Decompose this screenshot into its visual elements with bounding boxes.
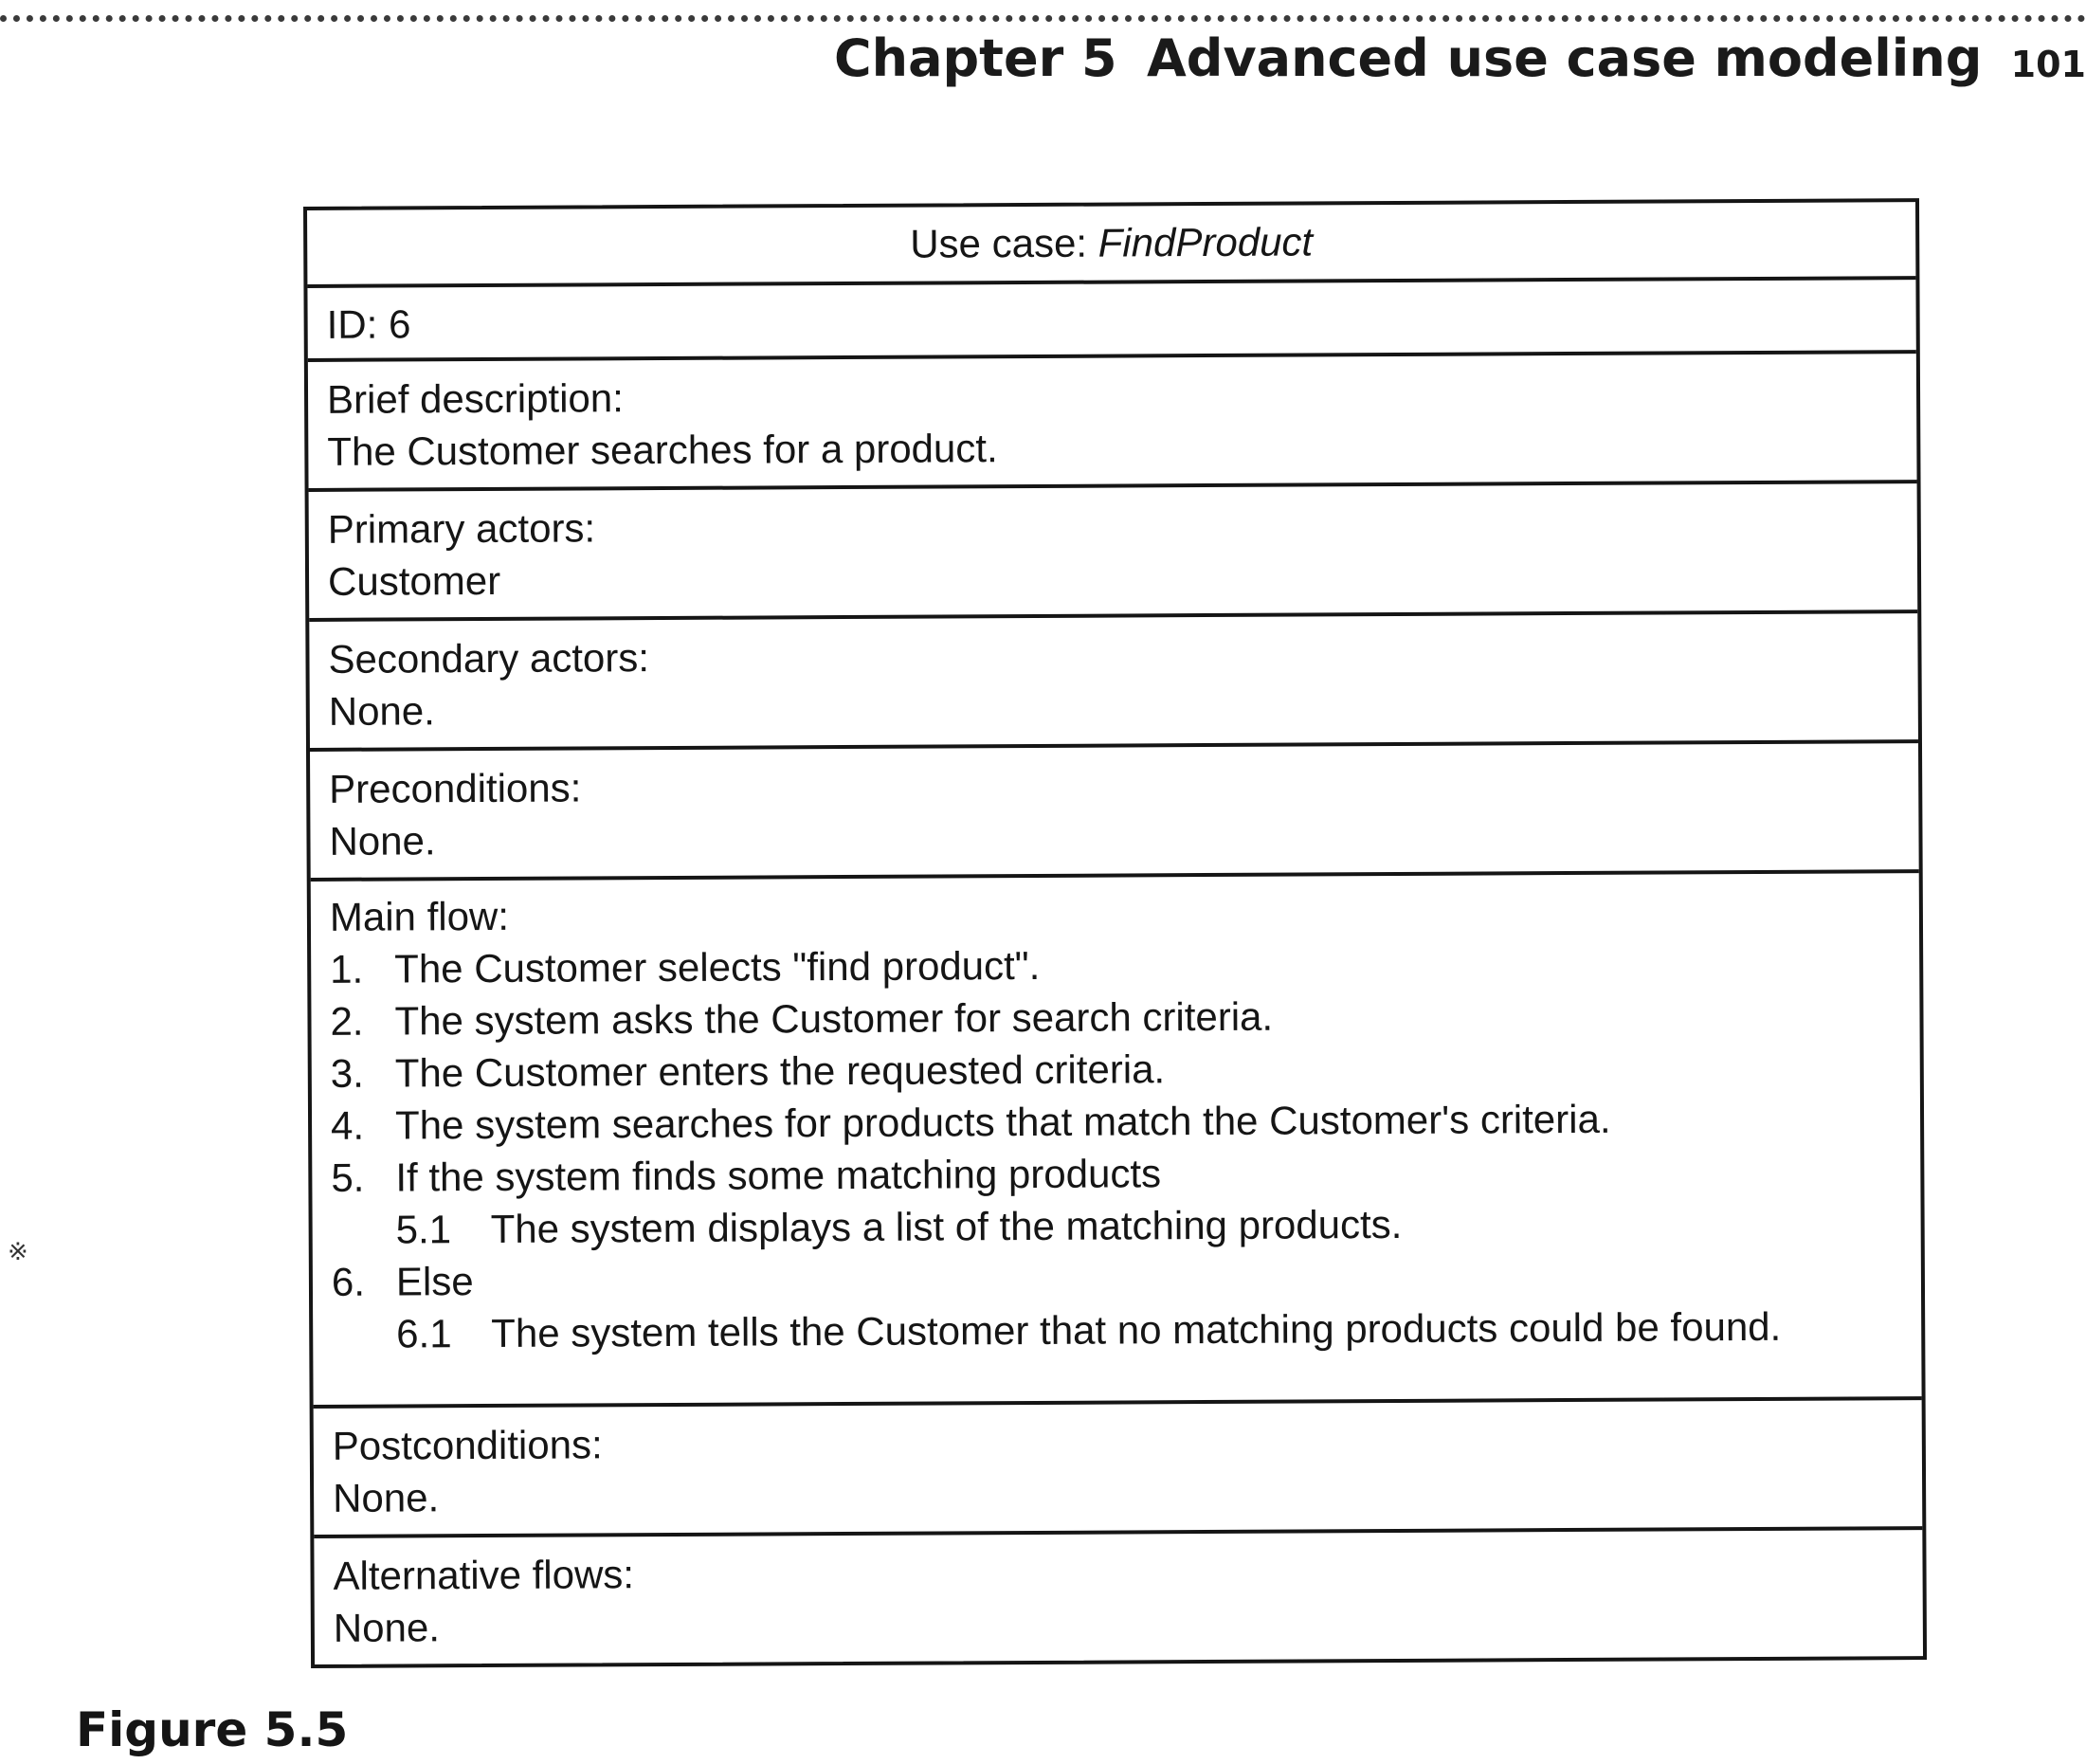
use-case-table: Use case: FindProduct ID: 6 Brief descri… [303,198,1928,1668]
main-flow-steps: 1. The Customer selects "find product". 2… [330,935,1902,1360]
main-flow-step: 4. The system searches for products that … [331,1091,1901,1152]
step-number: 6. [331,1259,366,1304]
brief-description-label: Brief description: [326,375,624,422]
chapter-title: Advanced use case modeling [1147,28,1983,88]
step-text: The system asks the Customer for search … [394,993,1274,1044]
secondary-actors-row: Secondary actors: None. [309,609,1918,748]
main-flow-step: 3. The Customer enters the requested crit… [331,1039,1901,1100]
figure-caption: Figure 5.5 [76,1702,349,1757]
alternative-flows-row: Alternative flows: None. [314,1526,1924,1664]
use-case-name: FindProduct [1097,219,1314,265]
brief-description-value: The Customer searches for a product. [327,426,998,474]
step-number: 6.1 [396,1311,452,1356]
use-case-id-row: ID: 6 [307,276,1916,358]
brief-description-row: Brief description: The Customer searches… [307,350,1917,488]
step-text: The Customer selects "find product". [394,942,1041,991]
postconditions-value: None. [333,1475,440,1520]
primary-actors-value: Customer [327,557,501,604]
alternative-flows-value: None. [333,1605,441,1650]
secondary-actors-value: None. [328,688,435,734]
postconditions-row: Postconditions: None. [313,1396,1923,1535]
main-flow-step: 1. The Customer selects "find product". [330,935,1900,995]
use-case-id: ID: 6 [326,301,411,347]
scan-speck-mark: ※ [8,1237,28,1265]
header-dotted-rule [0,15,2086,22]
step-number: 5.1 [395,1207,452,1252]
alternative-flows-label: Alternative flows: [333,1552,635,1598]
preconditions-row: Preconditions: None. [309,739,1919,878]
preconditions-value: None. [329,818,436,864]
step-number: 1. [330,946,364,991]
step-text: The system searches for products that ma… [394,1096,1611,1148]
step-text: The system displays a list of the matchi… [490,1201,1403,1251]
step-text: The system tells the Customer that no ma… [491,1303,1782,1355]
step-text: The Customer enters the requested criter… [394,1046,1166,1096]
step-number: 5. [331,1155,365,1200]
main-flow-row: Main flow: 1. The Customer selects "find … [310,869,1922,1405]
secondary-actors-label: Secondary actors: [328,635,650,682]
main-flow-substep: 6.1 The system tells the Customer that no… [332,1300,1902,1360]
main-flow-label: Main flow: [329,893,510,939]
step-number: 3. [330,1050,364,1096]
step-text: If the system finds some matching produc… [395,1151,1162,1200]
step-text: Else [395,1259,474,1304]
main-flow-step: 2. The system asks the Customer for searc… [330,987,1900,1047]
step-number: 4. [330,1102,365,1148]
page-number: 101 [2010,44,2086,85]
main-flow-step: 5. If the system finds some matching prod… [331,1143,1901,1204]
step-number: 2. [330,998,364,1044]
main-flow-step: 6. Else [332,1247,1902,1308]
main-flow-substep: 5.1 The system displays a list of the mat… [332,1195,1902,1256]
use-case-title-prefix: Use case: [910,220,1098,266]
preconditions-label: Preconditions: [329,765,582,811]
use-case-title-row: Use case: FindProduct [307,202,1915,284]
primary-actors-row: Primary actors: Customer [308,480,1918,618]
primary-actors-label: Primary actors: [327,505,596,552]
postconditions-label: Postconditions: [332,1422,603,1468]
running-head: Chapter 5 Advanced use case modeling 101 [834,28,2086,104]
chapter-label: Chapter 5 [834,28,1117,88]
